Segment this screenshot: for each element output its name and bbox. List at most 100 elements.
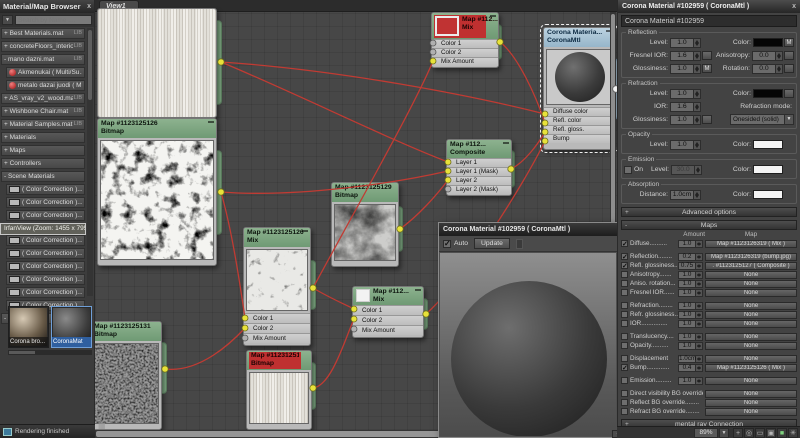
slot-refl-color[interactable]: Refl. color — [544, 116, 614, 125]
ior-spinner[interactable]: 1.6 — [670, 102, 701, 112]
reflection-color-swatch[interactable] — [753, 38, 783, 47]
emission-level-spinner[interactable]: 30.0 — [671, 165, 702, 175]
refraction-gloss-spinner[interactable]: 1.0 — [670, 115, 701, 125]
list-item-color-correction[interactable]: ( Color Correction )... — [6, 261, 85, 272]
node-header[interactable]: Map #112... Mix — [432, 13, 498, 39]
refraction-color-map-button[interactable] — [784, 89, 794, 98]
absorption-color-swatch[interactable] — [753, 190, 783, 199]
filter-icon[interactable]: ▼ — [2, 15, 13, 25]
node-bitmap-clouds[interactable]: Map #1123125129 Bitmap — [331, 182, 399, 267]
map-amount-spinner[interactable]: 1.0 — [678, 302, 703, 310]
map-enable-checkbox[interactable] — [621, 377, 628, 384]
list-item[interactable]: + concreteFloors_interio...LIB — [1, 41, 85, 52]
list-item-color-correction[interactable]: ( Color Correction )... — [6, 235, 85, 246]
slot-mix-amount[interactable]: Mix Amount — [432, 57, 498, 66]
map-amount-spinner[interactable]: 1.0 — [678, 311, 703, 319]
anisotropy-spinner[interactable]: 0.0 — [752, 51, 783, 61]
node-header[interactable]: Map #112... Mix — [353, 287, 423, 305]
rotation-map-button[interactable] — [784, 64, 794, 73]
map-button[interactable]: None — [705, 289, 797, 297]
map-enable-checkbox[interactable] — [621, 333, 628, 340]
map-button[interactable]: None — [705, 320, 797, 328]
reflection-color-map-button[interactable]: M — [784, 38, 794, 47]
map-amount-spinner[interactable]: 1.0 — [678, 342, 703, 350]
node-composite[interactable]: Map #112... Composite Layer 1 Layer 1 (M… — [446, 139, 512, 196]
map-button[interactable]: None — [705, 311, 797, 319]
map-button[interactable]: None — [705, 342, 797, 350]
absorption-distance-spinner[interactable]: 1.0cm — [670, 190, 701, 200]
panel-close-icon[interactable]: x — [792, 0, 796, 13]
advanced-options-rollout[interactable]: +Advanced options — [621, 207, 797, 217]
node-header[interactable]: Map #1123125126 Bitmap — [98, 119, 216, 138]
fresnel-ior-spinner[interactable]: 1.6 — [670, 51, 701, 61]
map-enable-checkbox[interactable] — [621, 253, 628, 260]
search-input[interactable] — [15, 15, 92, 25]
slot-refl-gloss[interactable]: Refl. gloss. — [544, 125, 614, 134]
list-item-color-correction[interactable]: ( Color Correction )... — [6, 197, 85, 208]
node-bitmap-wood[interactable] — [97, 8, 217, 118]
map-enable-checkbox[interactable] — [621, 408, 628, 415]
list-item-group[interactable]: - Scene Materials — [1, 171, 85, 182]
node-mix-top[interactable]: Map #112... Mix Color 1 Color 2 Mix Amou… — [431, 12, 499, 68]
node-corona-material[interactable]: Corona Materia... CoronaMtl Diffuse colo… — [543, 27, 615, 150]
map-amount-spinner[interactable]: 1.0 — [678, 280, 703, 288]
map-enable-checkbox[interactable] — [621, 342, 628, 349]
fresnel-map-button[interactable] — [702, 51, 712, 60]
node-mix-center[interactable]: Map #1123125126 Mix Color 1 Color 2 Mix … — [243, 227, 311, 346]
zoom-extents-selected-icon[interactable]: ■ — [777, 428, 787, 438]
list-item[interactable]: + Best Materials.matLIB — [1, 28, 85, 39]
map-enable-checkbox[interactable] — [621, 240, 628, 247]
refraction-gloss-map-button[interactable] — [702, 115, 712, 124]
sample-slot-selected[interactable]: CoronaMat — [51, 306, 92, 348]
map-button[interactable]: . #1123125127 ( Composite ) — [705, 262, 797, 270]
layout-all-icon[interactable]: ✳ — [788, 428, 798, 438]
slot-mix-amount[interactable]: Mix Amount — [353, 325, 423, 335]
map-button[interactable]: None — [705, 302, 797, 310]
node-bitmap-grain[interactable]: Map #1123125131 Bitmap — [90, 321, 162, 430]
slot-layer2[interactable]: Layer 2 — [447, 176, 511, 185]
material-name-field[interactable]: Corona Material #102959 — [621, 15, 797, 27]
slot-layer1[interactable]: Layer 1 — [447, 158, 511, 167]
map-enable-checkbox[interactable] — [621, 320, 628, 327]
sample-slots-scrollbar[interactable] — [8, 350, 92, 355]
rotation-spinner[interactable]: 0.0 — [752, 64, 783, 74]
collapse-icon[interactable] — [208, 121, 214, 124]
map-enable-checkbox[interactable] — [621, 311, 628, 318]
list-item[interactable]: - mano dazni.matLIB — [1, 54, 85, 65]
slot-color1[interactable]: Color 1 — [432, 39, 498, 48]
zoom-dropdown-icon[interactable]: ▼ — [719, 428, 729, 438]
sample-slot[interactable]: Corona bro... — [8, 306, 49, 348]
map-amount-spinner[interactable]: 1.0 — [678, 271, 703, 279]
node-header[interactable]: Map #1123125129 Bitmap — [332, 183, 398, 202]
collapse-icon[interactable] — [503, 142, 509, 145]
map-enable-checkbox[interactable] — [621, 355, 628, 362]
node-bitmap-red[interactable]: Map #1123125125 Bitmap .. — [246, 350, 312, 430]
node-header[interactable]: Corona Materia... CoronaMtl — [544, 28, 614, 47]
node-header[interactable]: Map #1123125131 Bitmap — [91, 322, 161, 341]
slot-color2[interactable]: Color 2 — [432, 48, 498, 57]
refraction-color-swatch[interactable] — [753, 89, 783, 98]
map-amount-spinner[interactable]: 1.0 — [678, 289, 703, 297]
list-item[interactable]: + Wishbone Chair.matLIB — [1, 106, 85, 117]
maps-rollout[interactable]: -Maps — [621, 220, 797, 230]
map-button[interactable]: None — [705, 408, 797, 416]
collapse-icon[interactable] — [302, 230, 308, 233]
reflection-level-spinner[interactable]: 1.0 — [670, 38, 701, 48]
map-amount-spinner[interactable]: 1.0cm — [678, 355, 703, 363]
map-amount-spinner[interactable]: 1.0 — [678, 240, 703, 248]
node-header[interactable]: Map #112... Composite — [447, 140, 511, 158]
slot-diffuse-color[interactable]: Diffuse color — [544, 107, 614, 116]
emission-on-checkbox[interactable] — [624, 166, 632, 174]
list-item-color-correction[interactable]: ( Color Correction )... — [6, 274, 85, 285]
map-amount-spinner[interactable]: 0.75 — [678, 262, 703, 270]
list-item-group[interactable]: + Maps — [1, 145, 85, 156]
map-amount-spinner[interactable]: 1.0 — [678, 320, 703, 328]
zoom-tool-icon[interactable]: ◎ — [744, 428, 754, 438]
slot-color2[interactable]: Color 2 — [353, 315, 423, 325]
slot-layer1-mask[interactable]: Layer 1 (Mask) — [447, 167, 511, 176]
map-enable-checkbox[interactable] — [621, 262, 628, 269]
browser-close-icon[interactable]: x — [87, 0, 91, 13]
map-button[interactable]: None — [705, 377, 797, 385]
update-button[interactable]: Update — [474, 238, 510, 249]
auto-checkbox[interactable] — [443, 240, 451, 248]
